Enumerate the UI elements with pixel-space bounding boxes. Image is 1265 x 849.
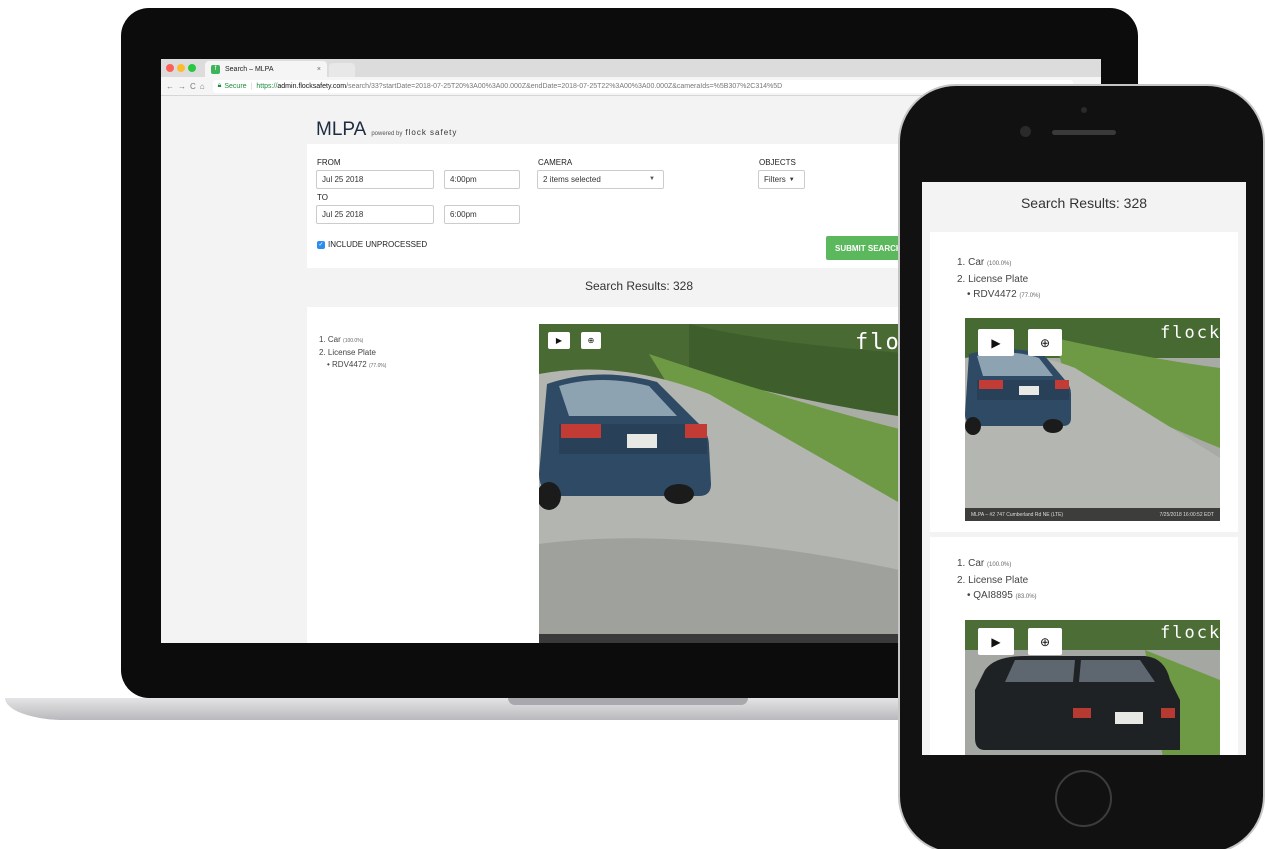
new-tab-button[interactable] [329,63,355,77]
home-icon[interactable]: ⌂ [200,82,209,91]
secure-label: Secure [224,82,247,90]
detection-plate: 2. License Plate [957,274,1029,285]
mobile-result-detections: 1. Car (100.0%) 2. License Plate • RDV44… [957,255,1040,304]
to-date-input[interactable]: Jul 25 2018 [316,205,434,224]
nav-buttons: ←→C⌂ [166,82,209,91]
plate-value[interactable]: • RDV4472 (77.0%) [957,287,1040,304]
laptop-notch [508,698,748,705]
camera-label: CAMERA [538,158,573,167]
mobile-result-image[interactable]: ▶ ⊕ flock MLPA – #2 747 Cumberland Rd NE… [965,318,1220,521]
phone-home-button[interactable] [1055,770,1112,827]
flock-safety-logo: flock safety [405,128,458,137]
forward-icon[interactable]: → [178,82,190,91]
tab-title: Search – MLPA [225,65,274,73]
close-window-button[interactable] [166,64,174,72]
include-unprocessed-checkbox[interactable]: ✓ INCLUDE UNPROCESSED [317,240,427,249]
detection-car: 1. Car (100.0%) [957,257,1012,268]
zoom-in-icon: ⊕ [587,336,595,345]
caption-location: MLPA – #2 747 Cumberland Rd NE (LTE) [971,511,1064,518]
to-label: TO [317,193,328,202]
checkbox-checked-icon: ✓ [317,240,325,249]
phone-sensor [1081,107,1087,113]
device-mockup: f Search – MLPA × ←→C⌂ 🔒︎ Secure | https… [0,0,1265,849]
detection-plate: 2. License Plate [319,348,376,357]
zoom-in-icon: ⊕ [1039,335,1051,350]
phone-speaker [1052,130,1116,135]
mobile-results-count: Search Results: 328 [1020,195,1148,211]
play-button[interactable]: ▶ [548,332,570,349]
caption-timestamp: 7/25/2018 16:00:52 EDT [1159,511,1215,518]
car-photo [539,324,919,643]
play-icon: ▶ [555,336,563,345]
mobile-result-card: 1. Car (100.0%) 2. License Plate • QAI88… [930,537,1238,755]
browser-tab-bar: f Search – MLPA × [161,59,1101,77]
play-icon: ▶ [991,335,1001,350]
flock-favicon-icon: f [211,64,220,74]
zoom-button[interactable]: ⊕ [581,332,601,349]
play-button[interactable]: ▶ [978,628,1014,655]
zoom-in-icon: ⊕ [1039,634,1051,649]
caret-down-icon: ▼ [649,176,655,182]
back-icon[interactable]: ← [166,82,178,91]
plate-value[interactable]: • RDV4472 (77.0%) [319,359,386,372]
flock-watermark: flock [1160,323,1220,343]
phone-camera [1020,126,1031,137]
from-label: FROM [317,158,341,167]
play-icon: ▶ [991,634,1001,649]
flock-watermark: flock [1160,623,1220,643]
lock-icon: 🔒︎ [217,82,222,89]
include-unprocessed-label: INCLUDE UNPROCESSED [328,240,428,249]
camera-select-value: 2 items selected [543,175,601,184]
to-time-input[interactable]: 6:00pm [444,205,520,224]
from-date-input[interactable]: Jul 25 2018 [316,170,434,189]
powered-by-label: powered by [371,131,403,137]
objects-filter-dropdown[interactable]: Filters ▼ [758,170,805,189]
image-caption: MLPA – #2 747 Cumberland Rd NE (LTE) 7/2… [965,508,1220,521]
mobile-result-image[interactable]: ▶ ⊕ flock [965,620,1220,755]
reload-icon[interactable]: C [190,82,200,91]
phone-screen: Search Results: 328 1. Car (100.0%) 2. L… [922,182,1246,755]
app-title: MLPA [316,119,367,140]
browser-tab-active[interactable]: f Search – MLPA × [205,61,327,77]
plate-value[interactable]: • QAI8895 (83.0%) [957,588,1037,605]
url-protocol: https:// [256,82,278,90]
minimize-window-button[interactable] [177,64,185,72]
app-brand: MLPA powered by flock safety [316,119,457,141]
maximize-window-button[interactable] [188,64,196,72]
camera-select[interactable]: 2 items selected ▼ [537,170,664,189]
mobile-result-detections: 1. Car (100.0%) 2. License Plate • QAI88… [957,556,1037,605]
play-button[interactable]: ▶ [978,329,1014,356]
zoom-button[interactable]: ⊕ [1028,329,1062,356]
caret-down-icon: ▼ [788,176,795,183]
zoom-button[interactable]: ⊕ [1028,628,1062,655]
from-time-input[interactable]: 4:00pm [444,170,520,189]
detection-car: 1. Car (100.0%) [957,558,1012,569]
search-results-count: Search Results: 328 [584,279,694,293]
close-tab-icon[interactable]: × [317,66,321,73]
url-host: admin.flocksafety.com [277,82,347,90]
objects-filter-value: Filters [764,175,786,184]
objects-label: OBJECTS [759,158,796,167]
mobile-result-card: 1. Car (100.0%) 2. License Plate • RDV44… [930,232,1238,532]
result-image[interactable]: ▶ ⊕ flock [539,324,919,643]
result-detections: 1. Car (100.0%) 2. License Plate • RDV44… [319,334,386,372]
detection-car: 1. Car (100.0%) [319,335,364,344]
detection-plate: 2. License Plate [957,575,1029,586]
url-divider: | [250,82,253,90]
url-path: /search/33?startDate=2018-07-25T20%3A00%… [346,82,783,90]
